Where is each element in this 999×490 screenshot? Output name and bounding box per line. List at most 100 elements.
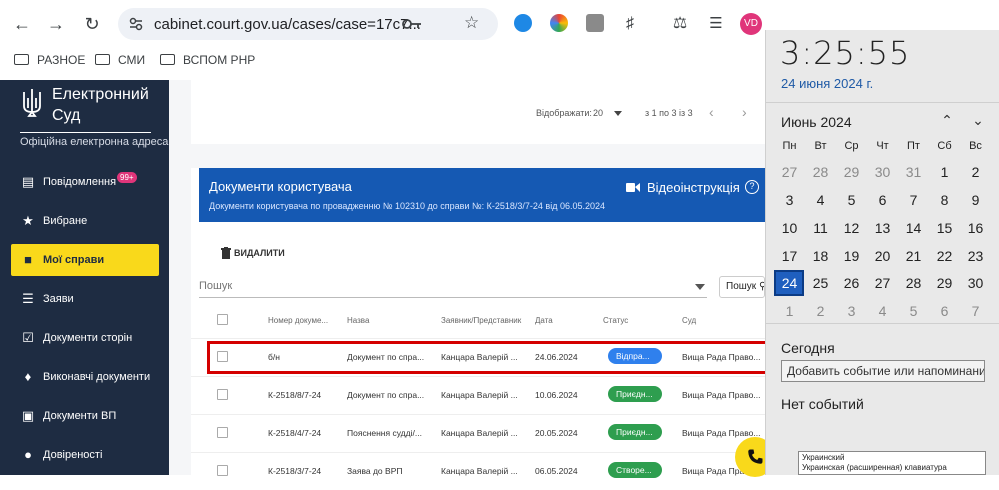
calendar-day[interactable]: 13 [867,220,898,236]
column-header-date[interactable]: Дата [535,316,553,325]
delete-button[interactable]: ВИДАЛИТИ [234,248,285,258]
calendar-day[interactable]: 2 [960,164,991,180]
video-instruction-link[interactable]: Відеоінструкція [647,180,740,195]
search-input[interactable] [199,276,689,296]
sidebar-item-favorites[interactable]: ★ Вибране [11,205,159,237]
table-row[interactable]: К-2518/4/7-24 Пояснення судді/... Канцар… [191,414,765,452]
password-key-icon[interactable] [402,17,422,31]
clock-date-link[interactable]: 24 июня 2024 г. [781,76,873,91]
profile-avatar[interactable]: VD [740,13,762,35]
sidebar-item-enforcement-documents[interactable]: ♦ Виконавчі документи [11,361,159,393]
calendar-day[interactable]: 21 [898,248,929,264]
calendar-day[interactable]: 2 [805,303,836,319]
calendar-day[interactable]: 7 [898,192,929,208]
calendar-day[interactable]: 1 [929,164,960,180]
media-queue-icon[interactable]: ☰ [704,12,728,36]
table-row[interactable]: К-2518/8/7-24 Документ по спра... Канцар… [191,376,765,414]
calendar-day[interactable]: 11 [805,220,836,236]
calendar-day[interactable]: 12 [836,220,867,236]
calendar-day[interactable]: 27 [867,275,898,291]
sidebar-item-vp-documents[interactable]: ▣ Документи ВП [11,400,159,432]
calendar-day[interactable]: 31 [898,164,929,180]
trash-icon[interactable] [221,247,231,259]
bookmark-folder[interactable]: РАЗНОЕ [14,53,85,67]
calendar-day[interactable]: 17 [774,248,805,264]
table-row[interactable]: К-2518/3/7-24 Заява до ВРП Канцара Валер… [191,452,765,490]
search-field[interactable] [199,276,707,298]
calendar-day[interactable]: 27 [774,164,805,180]
row-checkbox[interactable] [217,389,228,400]
sidebar-item-applications[interactable]: ☰ Заяви [11,283,159,315]
search-button[interactable]: Пошук ⚲ [719,276,765,298]
bookmark-star-icon[interactable]: ☆ [464,13,479,33]
reload-icon[interactable]: ↻ [80,12,104,36]
calendar-day[interactable]: 16 [960,220,991,236]
calendar-day[interactable]: 28 [805,164,836,180]
calendar-day[interactable]: 20 [867,248,898,264]
forward-arrow-icon[interactable]: → [44,12,68,36]
calendar-day[interactable]: 5 [898,303,929,319]
help-icon[interactable]: ? [745,180,759,194]
extension-color-icon[interactable] [550,14,568,32]
next-page-icon[interactable]: › [742,104,747,120]
calendar-day[interactable]: 30 [960,275,991,291]
calendar-day[interactable]: 6 [929,303,960,319]
logo-divider [20,132,151,133]
extensions-puzzle-icon[interactable]: ♯ [618,12,642,36]
calendar-day[interactable]: 7 [960,303,991,319]
calendar-day[interactable]: 25 [805,275,836,291]
sidebar-item-powers-of-attorney[interactable]: ● Довіреності [11,439,159,471]
select-all-checkbox[interactable] [217,314,228,325]
chevron-up-icon[interactable]: ⌃ [938,112,956,130]
bookmark-folder[interactable]: ВСПОМ РНР [160,53,255,67]
column-header-status[interactable]: Статус [603,316,628,325]
column-header-number[interactable]: Номер докуме... [268,316,328,325]
column-header-name[interactable]: Назва [347,316,369,325]
search-dropdown-icon[interactable] [695,284,705,290]
calendar-day[interactable]: 4 [867,303,898,319]
calendar-day[interactable]: 6 [867,192,898,208]
calendar-day[interactable]: 10 [774,220,805,236]
back-arrow-icon[interactable]: ← [10,12,34,36]
address-bar[interactable]: cabinet.court.gov.ua/cases/case=17c7... … [118,8,498,40]
calendar-day-today[interactable]: 24 [774,275,805,291]
sidebar-item-my-cases[interactable]: ■ Мої справи [11,244,159,276]
pagination-card: Відображати: 20 з 1 по 3 із 3 ‹ › [191,80,765,144]
site-settings-icon[interactable] [128,16,144,32]
calendar-day[interactable]: 22 [929,248,960,264]
calendar-day[interactable]: 26 [836,275,867,291]
row-checkbox[interactable] [217,465,228,476]
extension-skype-icon[interactable] [514,14,532,32]
sidebar-item-notifications[interactable]: ▤ Повідомлення 99+ [11,166,159,198]
prev-page-icon[interactable]: ‹ [709,104,714,120]
calendar-day[interactable]: 5 [836,192,867,208]
calendar-day[interactable]: 15 [929,220,960,236]
calendar-day[interactable]: 3 [836,303,867,319]
column-header-applicant[interactable]: Заявник/Представник [441,316,521,325]
calendar-day[interactable]: 29 [929,275,960,291]
calendar-day[interactable]: 8 [929,192,960,208]
calendar-day[interactable]: 9 [960,192,991,208]
month-label[interactable]: Июнь 2024 [781,114,852,130]
sidebar: Електронний Суд Офіційна електронна адре… [0,80,169,475]
row-checkbox[interactable] [217,427,228,438]
add-event-input[interactable]: Добавить событие или напоминание [781,360,985,382]
flask-icon[interactable]: ⚖ [668,12,692,36]
calendar-day[interactable]: 3 [774,192,805,208]
column-header-court[interactable]: Суд [682,316,696,325]
calendar-day[interactable]: 28 [898,275,929,291]
calendar-day[interactable]: 30 [867,164,898,180]
sidebar-item-party-documents[interactable]: ☑ Документи сторін [11,322,159,354]
calendar-day[interactable]: 14 [898,220,929,236]
chevron-down-icon[interactable]: ⌄ [969,112,987,130]
calendar-day[interactable]: 29 [836,164,867,180]
page-size-select[interactable]: 20 [593,108,603,118]
calendar-day[interactable]: 19 [836,248,867,264]
calendar-day[interactable]: 18 [805,248,836,264]
extension-shield-icon[interactable] [586,14,604,32]
chevron-down-icon[interactable] [614,111,622,116]
calendar-day[interactable]: 23 [960,248,991,264]
calendar-day[interactable]: 4 [805,192,836,208]
bookmark-folder[interactable]: СМИ [95,53,145,67]
calendar-day[interactable]: 1 [774,303,805,319]
